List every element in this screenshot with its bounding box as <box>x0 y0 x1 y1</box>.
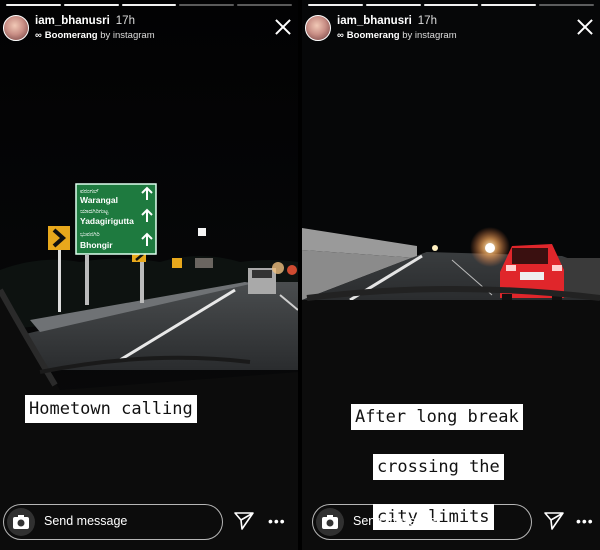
progress-segment <box>121 4 177 6</box>
story-progress-bar <box>6 4 292 6</box>
story-footer: Send message ••• <box>302 496 600 550</box>
story-header: iam_bhanusri 17h ∞ Boomerang by instagram <box>302 12 600 46</box>
progress-segment <box>481 4 537 6</box>
send-icon[interactable] <box>233 511 255 531</box>
reply-placeholder: Send message <box>353 514 437 528</box>
more-icon[interactable]: ••• <box>268 513 286 529</box>
username[interactable]: iam_bhanusri 17h <box>35 15 135 27</box>
svg-text:ಭುವನಗಿರಿ: ಭುವನಗಿರಿ <box>80 232 100 238</box>
caption-line: After long break <box>350 404 523 430</box>
more-icon[interactable]: ••• <box>576 513 594 529</box>
progress-segment <box>63 4 119 6</box>
story-progress-bar <box>308 4 594 6</box>
username[interactable]: iam_bhanusri 17h <box>337 15 437 27</box>
sign-line-3: Bhongir <box>80 240 113 250</box>
camera-icon[interactable] <box>316 508 344 536</box>
story-panel-1: ವರಂಗಲ್ Warangal ಯಾದಗಿರಿಗುಟ್ಟ Yadagirigut… <box>0 0 298 550</box>
progress-segment <box>365 4 421 6</box>
boomerang-attribution[interactable]: ∞ Boomerang by instagram <box>337 30 457 41</box>
story-footer: Send message ••• <box>0 496 298 550</box>
progress-segment <box>179 4 235 6</box>
reply-input[interactable]: Send message <box>3 504 223 540</box>
send-icon[interactable] <box>543 511 565 531</box>
progress-segment <box>6 4 61 6</box>
story-caption: Hometown calling <box>25 395 197 423</box>
boomerang-attribution[interactable]: ∞ Boomerang by instagram <box>35 30 155 41</box>
svg-text:ಯಾದಗಿರಿಗುಟ್ಟ: ಯಾದಗಿರಿಗುಟ್ಟ <box>80 209 109 215</box>
close-icon[interactable] <box>576 18 594 36</box>
reply-placeholder: Send message <box>44 514 128 528</box>
progress-segment <box>308 4 363 6</box>
story-time: 17h <box>417 15 437 27</box>
boomerang-icon: ∞ <box>35 30 42 41</box>
boomerang-icon: ∞ <box>337 30 344 41</box>
caption-line: crossing the <box>372 454 504 480</box>
avatar[interactable] <box>3 15 29 41</box>
reply-input[interactable]: Send message <box>312 504 532 540</box>
camera-icon[interactable] <box>7 508 35 536</box>
progress-segment <box>539 4 594 6</box>
sign-line-1: Warangal <box>80 195 118 205</box>
story-time: 17h <box>115 15 135 27</box>
sign-line-2: Yadagirigutta <box>80 216 134 226</box>
story-panel-2: iam_bhanusri 17h ∞ Boomerang by instagram … <box>302 0 600 550</box>
avatar[interactable] <box>305 15 331 41</box>
progress-segment <box>423 4 479 6</box>
story-scene-highway-sign: ವರಂಗಲ್ Warangal ಯಾದಗಿರಿಗುಟ್ಟ Yadagirigut… <box>0 0 298 550</box>
story-header: iam_bhanusri 17h ∞ Boomerang by instagram <box>0 12 298 46</box>
progress-segment <box>237 4 292 6</box>
close-icon[interactable] <box>274 18 292 36</box>
